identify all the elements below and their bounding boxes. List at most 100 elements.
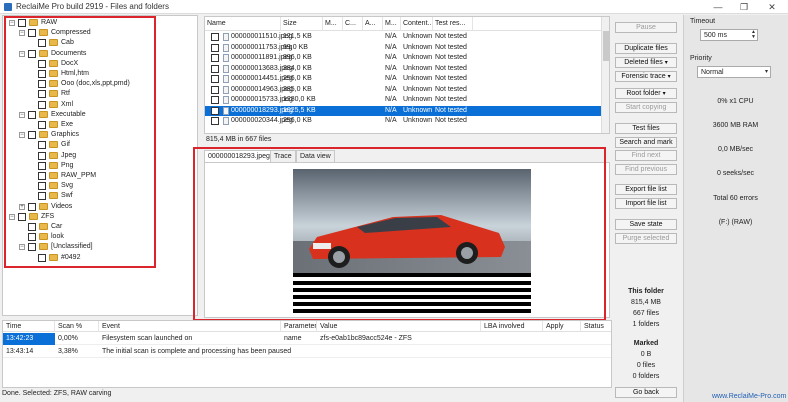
file-row[interactable]: 000000014963.jpeg 385,0 KB N/A Unknown Not t… [205, 85, 603, 95]
tree-node[interactable]: − Documents [3, 49, 197, 59]
file-row[interactable]: 000000011891.jpeg 896,0 KB N/A Unknown Not t… [205, 53, 603, 63]
expand-toggle-icon[interactable]: + [19, 203, 25, 210]
expand-toggle-icon[interactable]: − [19, 30, 25, 37]
tree-checkbox[interactable] [28, 131, 36, 140]
tree-checkbox[interactable] [38, 80, 46, 89]
tree-node[interactable]: − Graphics [3, 130, 197, 140]
file-row[interactable]: 000000013683.jpeg 384,0 KB N/A Unknown Not t… [205, 64, 603, 74]
column-header[interactable]: Test res... [433, 17, 473, 31]
tree-node[interactable]: + Videos [3, 202, 197, 212]
preview-tab[interactable]: Data view [296, 150, 335, 162]
minimize-button[interactable]: — [706, 1, 730, 13]
tree-checkbox[interactable] [38, 192, 46, 201]
deleted-files-button[interactable]: Deleted files ▾ [615, 57, 677, 68]
log-column-header[interactable]: Event [99, 321, 281, 332]
close-button[interactable]: ✕ [760, 1, 784, 13]
log-column-header[interactable]: Value [317, 321, 481, 332]
log-column-header[interactable]: Scan % [55, 321, 99, 332]
priority-select[interactable]: Normal ▾ [697, 66, 771, 78]
column-header[interactable]: M... [383, 17, 401, 31]
website-link[interactable]: www.ReclaiMe-Pro.com [712, 393, 786, 400]
tree-node[interactable]: Cab [3, 38, 197, 48]
column-header[interactable]: Size [281, 17, 323, 31]
tree-node[interactable]: Jpeg [3, 151, 197, 161]
tree-checkbox[interactable] [18, 212, 26, 221]
tree-node[interactable]: Rtf [3, 89, 197, 99]
file-checkbox[interactable] [211, 85, 219, 94]
log-column-header[interactable]: Time [3, 321, 55, 332]
tree-checkbox[interactable] [28, 29, 36, 38]
file-row[interactable]: 000000014451.jpeg 256,0 KB N/A Unknown Not t… [205, 74, 603, 84]
tree-node[interactable]: Car [3, 222, 197, 232]
column-header[interactable]: C... [343, 17, 363, 31]
expand-toggle-icon[interactable]: − [9, 213, 15, 220]
import-file-list-button[interactable]: Import file list [615, 198, 677, 209]
find-next-button[interactable]: Find next [615, 150, 677, 161]
tree-node[interactable]: − Executable [3, 110, 197, 120]
expand-toggle-icon[interactable]: − [19, 111, 25, 118]
tree-node[interactable]: Swf [3, 191, 197, 201]
log-column-header[interactable]: Parameter [281, 321, 317, 332]
timeout-input[interactable]: 500 ms ▲ ▼ [700, 29, 758, 41]
tree-checkbox[interactable] [38, 161, 46, 170]
tree-node[interactable]: Html,htm [3, 69, 197, 79]
tree-node[interactable]: − RAW [3, 18, 197, 28]
tree-checkbox[interactable] [38, 90, 46, 99]
maximize-button[interactable]: ❐ [732, 1, 756, 13]
file-checkbox[interactable] [211, 75, 219, 83]
tree-checkbox[interactable] [38, 182, 46, 191]
test-files-button[interactable]: Test files [615, 123, 677, 134]
tree-node[interactable]: Png [3, 161, 197, 171]
tree-node[interactable]: Exe [3, 120, 197, 130]
file-checkbox[interactable] [211, 106, 219, 115]
tree-node[interactable]: Ooo (doc,xls,ppt,pmd) [3, 79, 197, 89]
column-header[interactable]: Content... [401, 17, 433, 31]
tree-checkbox[interactable] [38, 59, 46, 68]
file-row[interactable]: 000000011510.jpeg 121,5 KB N/A Unknown Not t… [205, 32, 603, 42]
column-header[interactable]: Name [205, 17, 281, 31]
event-log[interactable]: Time Scan % Event Parameter Value LBA involve… [2, 320, 612, 388]
file-checkbox[interactable] [211, 43, 219, 52]
file-checkbox[interactable] [211, 33, 219, 41]
tree-node[interactable]: Svg [3, 181, 197, 191]
folder-tree[interactable]: − RAW − Compressed Cab − Documents DocX Html,htm… [2, 15, 198, 316]
save-state-button[interactable]: Save state [615, 219, 677, 230]
file-list-scrollbar[interactable] [601, 17, 609, 133]
log-row[interactable]: 13:42:23 0,00% Filesystem scan launched on… [3, 333, 611, 345]
tree-checkbox[interactable] [28, 202, 36, 211]
tree-node[interactable]: Gif [3, 140, 197, 150]
pause-button[interactable]: Pause [615, 22, 677, 33]
spin-down-icon[interactable]: ▼ [751, 35, 756, 40]
tree-node[interactable]: RAW_PPM [3, 171, 197, 181]
expand-toggle-icon[interactable]: − [9, 20, 15, 26]
tree-checkbox[interactable] [38, 253, 46, 262]
expand-toggle-icon[interactable]: − [19, 50, 25, 57]
file-checkbox[interactable] [211, 64, 219, 73]
tree-node[interactable]: #0492 [3, 253, 197, 263]
preview-tab[interactable]: Trace [270, 150, 296, 162]
column-header[interactable]: A... [363, 17, 383, 31]
log-column-header[interactable]: LBA involved [481, 321, 543, 332]
tree-checkbox[interactable] [38, 70, 46, 78]
tree-node[interactable]: look [3, 232, 197, 242]
tree-checkbox[interactable] [38, 172, 46, 180]
file-checkbox[interactable] [211, 117, 219, 125]
forensic-trace-button[interactable]: Forensic trace ▾ [615, 71, 677, 82]
scroll-thumb[interactable] [603, 31, 609, 61]
go-back-button[interactable]: Go back [615, 387, 677, 398]
export-file-list-button[interactable]: Export file list [615, 184, 677, 195]
file-row[interactable]: 000000011753.jpeg 69,0 KB N/A Unknown Not te… [205, 43, 603, 53]
expand-toggle-icon[interactable]: − [19, 244, 25, 251]
file-row[interactable]: 000000015733.jpeg 1280,0 KB N/A Unknown Not … [205, 95, 603, 105]
log-row[interactable]: 13:43:14 3,38% The initial scan is complet… [3, 346, 611, 358]
preview-tab[interactable]: 000000018293.jpeg [204, 150, 274, 162]
tree-node[interactable]: Xml [3, 100, 197, 110]
log-column-header[interactable]: Apply [543, 321, 581, 332]
tree-checkbox[interactable] [38, 121, 46, 129]
search-and-mark-button[interactable]: Search and mark [615, 137, 677, 148]
tree-checkbox[interactable] [38, 39, 46, 48]
root-folder-button[interactable]: Root folder ▾ [615, 88, 677, 99]
start-copying-button[interactable]: Start copying [615, 102, 677, 113]
tree-node[interactable]: − [Unclassified] [3, 242, 197, 252]
tree-checkbox[interactable] [18, 19, 26, 27]
